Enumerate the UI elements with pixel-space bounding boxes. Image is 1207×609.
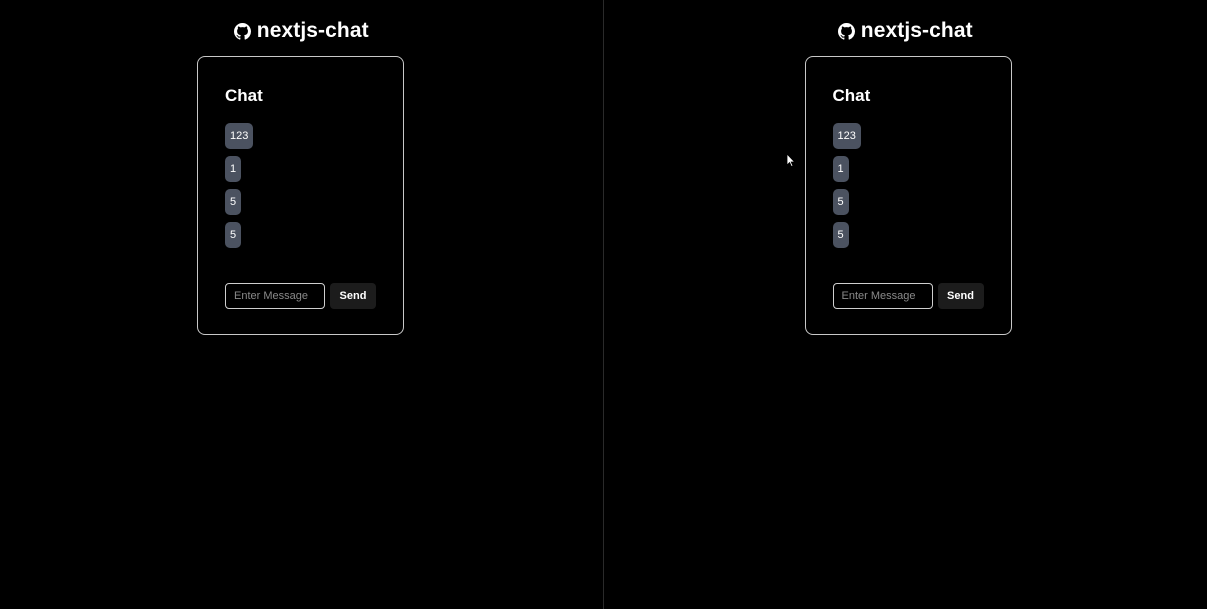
chat-card: Chat 123 1 5 5 Send [804, 56, 1012, 335]
chat-title: Chat [832, 86, 871, 105]
message-bubble: 123 [832, 123, 861, 149]
message-composer: Send [832, 283, 984, 309]
message-bubble: 5 [832, 189, 849, 215]
message-bubble: 1 [832, 156, 849, 182]
app-header: nextjs-chat [604, 19, 1207, 43]
message-list: 123 1 5 5 [225, 123, 254, 248]
github-icon[interactable] [233, 22, 251, 40]
app-title: nextjs-chat [256, 19, 369, 42]
message-bubble: 5 [225, 189, 242, 215]
message-input[interactable] [225, 283, 325, 309]
message-bubble: 5 [225, 222, 242, 248]
message-bubble: 5 [832, 222, 849, 248]
message-composer: Send [225, 283, 376, 309]
app-header: nextjs-chat [0, 19, 603, 43]
send-button[interactable]: Send [330, 283, 376, 309]
chat-card: Chat 123 1 5 5 Send [197, 56, 404, 335]
message-bubble: 1 [225, 156, 242, 182]
mouse-cursor-icon [786, 153, 796, 168]
send-button[interactable]: Send [937, 283, 984, 309]
message-input[interactable] [832, 283, 933, 309]
github-icon[interactable] [837, 22, 855, 40]
app-title: nextjs-chat [860, 19, 973, 42]
message-bubble: 123 [225, 123, 254, 149]
split-view: nextjs-chat Chat 123 1 5 5 Send nextjs-c… [0, 0, 1207, 609]
right-pane: nextjs-chat Chat 123 1 5 5 Send [604, 0, 1207, 609]
left-pane: nextjs-chat Chat 123 1 5 5 Send [0, 0, 603, 609]
message-list: 123 1 5 5 [832, 123, 861, 248]
chat-title: Chat [225, 86, 263, 105]
